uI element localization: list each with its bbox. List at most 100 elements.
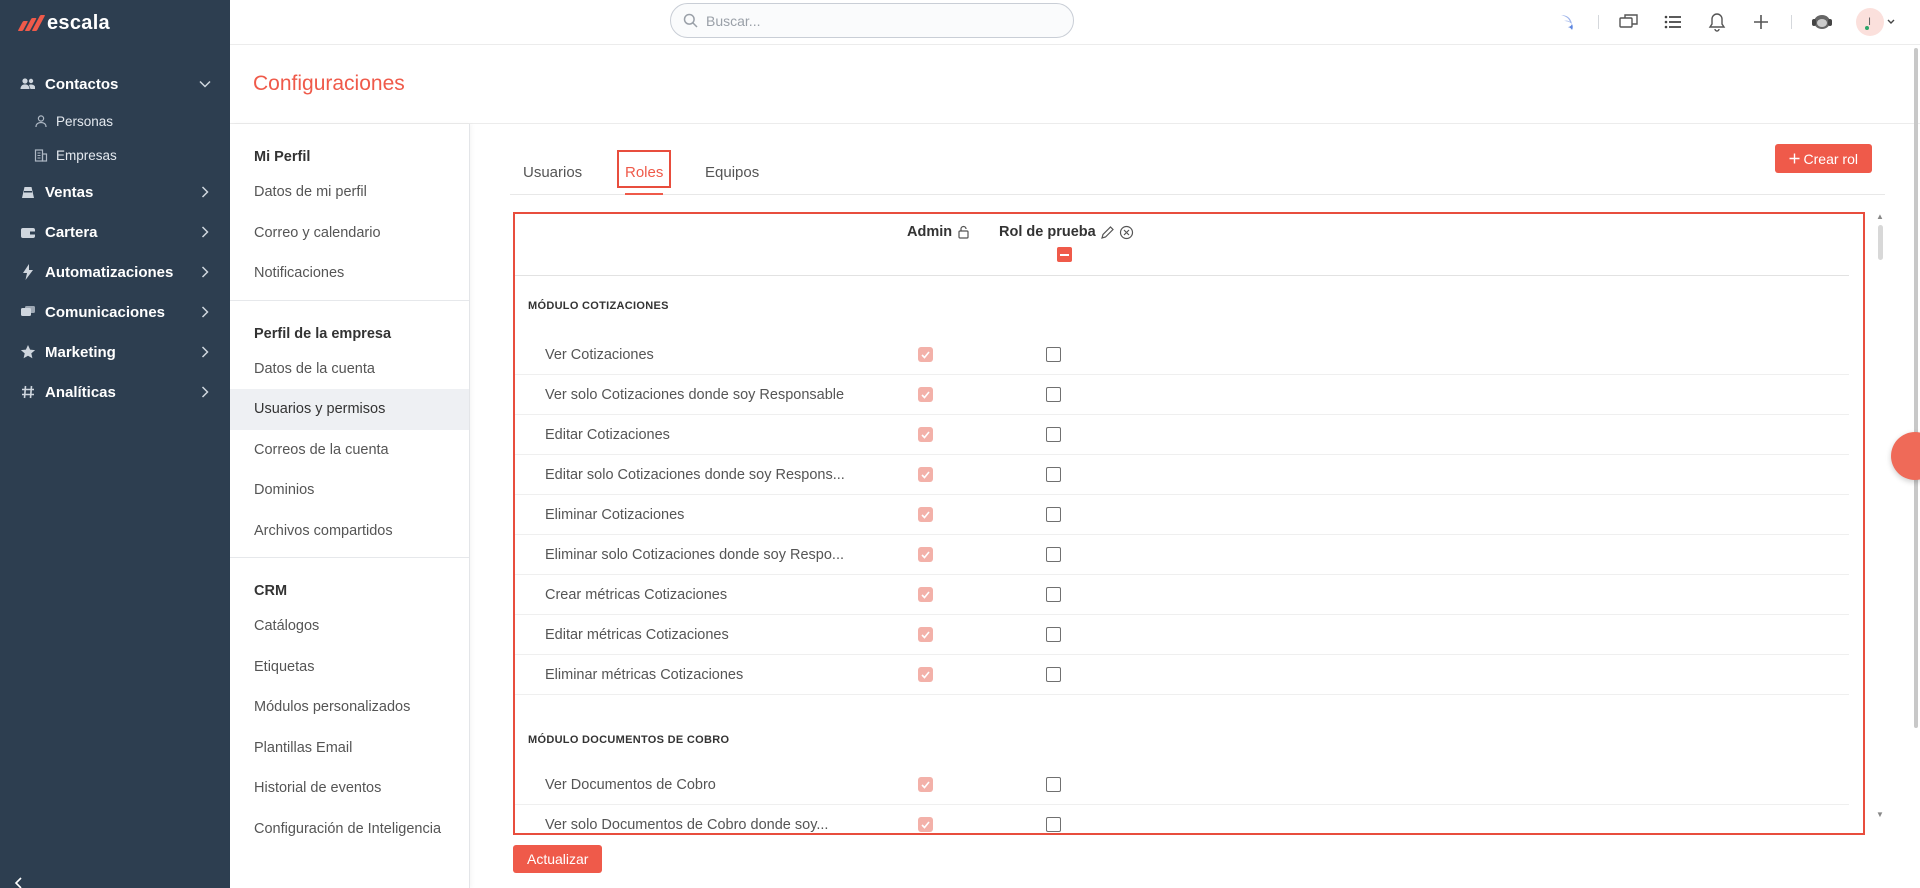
sidebar-item-contactos[interactable]: Contactos (0, 64, 230, 104)
chevron-right-icon (201, 346, 209, 358)
sidebar-item-automatizaciones[interactable]: Automatizaciones (0, 252, 230, 292)
settings-item-correo-calendario[interactable]: Correo y calendario (230, 213, 469, 254)
sidebar-subitem-label: Empresas (56, 147, 117, 163)
role-checkbox[interactable] (1046, 547, 1061, 562)
chevron-right-icon (201, 226, 209, 238)
sidebar-item-comunicaciones[interactable]: Comunicaciones (0, 292, 230, 332)
settings-section-title: CRM (254, 583, 288, 599)
permission-row: Eliminar Cotizaciones (515, 495, 1849, 535)
settings-item-datos-cuenta[interactable]: Datos de la cuenta (230, 349, 469, 390)
admin-checkbox-checked (918, 777, 933, 792)
settings-item-plantillas-email[interactable]: Plantillas Email (230, 728, 469, 769)
admin-checkbox-checked (918, 427, 933, 442)
module-title: MÓDULO COTIZACIONES (528, 300, 669, 312)
permission-label: Editar métricas Cotizaciones (545, 627, 729, 643)
permission-row: Ver Documentos de Cobro (515, 765, 1849, 805)
module-title: MÓDULO DOCUMENTOS DE COBRO (528, 734, 730, 746)
notifications-bell-icon[interactable] (1703, 8, 1731, 36)
sidebar-item-marketing[interactable]: Marketing (0, 332, 230, 372)
collapse-sidebar-icon[interactable] (12, 876, 26, 888)
settings-item-configuracion-inteligencia[interactable]: Configuración de Inteligencia (230, 809, 469, 850)
scroll-up-arrow-icon[interactable]: ▲ (1876, 212, 1884, 221)
create-role-button[interactable]: Crear rol (1774, 144, 1872, 173)
tab-highlight-outline (617, 150, 672, 188)
settings-item-catalogos[interactable]: Catálogos (230, 606, 469, 647)
settings-item-etiquetas[interactable]: Etiquetas (230, 647, 469, 688)
search-box[interactable] (670, 3, 1074, 38)
delete-circle-x-icon[interactable] (1119, 225, 1134, 240)
role-select-all-toggle[interactable] (1057, 247, 1072, 262)
permission-row: Editar Cotizaciones (515, 415, 1849, 455)
sidebar-item-label: Comunicaciones (45, 303, 166, 321)
settings-item-dominios[interactable]: Dominios (230, 470, 469, 511)
tab-roles[interactable]: Roles (617, 150, 672, 195)
permission-row: Ver solo Documentos de Cobro donde soy..… (515, 805, 1849, 833)
tab-equipos[interactable]: Equipos (705, 150, 759, 194)
settings-item-historial-eventos[interactable]: Historial de eventos (230, 768, 469, 809)
sidebar-item-empresas[interactable]: Empresas (0, 138, 230, 172)
sidebar-item-cartera[interactable]: Cartera (0, 212, 230, 252)
search-input[interactable] (706, 12, 1046, 29)
role-checkbox[interactable] (1046, 817, 1061, 832)
lock-icon (958, 225, 969, 239)
permission-label: Ver Cotizaciones (545, 347, 654, 363)
sidebar-item-label: Analíticas (45, 383, 116, 401)
settings-item-usuarios-permisos[interactable]: Usuarios y permisos (230, 389, 469, 430)
star-icon (20, 344, 36, 360)
permission-label: Eliminar métricas Cotizaciones (545, 667, 744, 683)
chevron-down-icon (199, 80, 211, 88)
edit-pencil-icon[interactable] (1100, 225, 1115, 240)
conversations-icon[interactable] (1615, 8, 1643, 36)
page-scrollbar[interactable] (1914, 48, 1918, 728)
chat-widget-button[interactable] (1891, 432, 1920, 480)
permission-label: Crear métricas Cotizaciones (545, 587, 728, 603)
separator (1598, 15, 1599, 29)
permission-label: Editar solo Cotizaciones donde soy Respo… (545, 467, 845, 483)
settings-item-datos-perfil[interactable]: Datos de mi perfil (230, 172, 469, 213)
settings-menu: Mi Perfil Datos de mi perfil Correo y ca… (230, 124, 470, 888)
tab-usuarios[interactable]: Usuarios (523, 150, 582, 194)
role-checkbox[interactable] (1046, 347, 1061, 362)
permission-row: Editar solo Cotizaciones donde soy Respo… (515, 455, 1849, 495)
role-checkbox[interactable] (1046, 627, 1061, 642)
settings-item-correos-cuenta[interactable]: Correos de la cuenta (230, 430, 469, 471)
role-checkbox[interactable] (1046, 467, 1061, 482)
settings-section-mi-perfil: Mi Perfil Datos de mi perfil Correo y ca… (230, 124, 469, 301)
sidebar-nav: Contactos Personas Empresas Ventas Carte… (0, 64, 230, 412)
sidebar-item-analiticas[interactable]: Analíticas (0, 372, 230, 412)
settings-item-archivos-compartidos[interactable]: Archivos compartidos (230, 511, 469, 552)
ai-assistant-icon[interactable] (1554, 8, 1582, 36)
hash-icon (20, 384, 36, 400)
escala-logo[interactable]: escala (17, 8, 110, 38)
role-checkbox[interactable] (1046, 387, 1061, 402)
scroll-down-arrow-icon[interactable]: ▼ (1876, 810, 1884, 819)
role-checkbox[interactable] (1046, 777, 1061, 792)
settings-item-notificaciones[interactable]: Notificaciones (230, 253, 469, 294)
chevron-right-icon (201, 266, 209, 278)
sidebar-item-personas[interactable]: Personas (0, 104, 230, 138)
settings-section-title: Mi Perfil (254, 149, 311, 165)
permission-row: Ver Cotizaciones (515, 335, 1849, 375)
settings-item-modulos-personalizados[interactable]: Módulos personalizados (230, 687, 469, 728)
support-agent-icon[interactable] (1808, 8, 1836, 36)
top-icons: I (1538, 8, 1896, 36)
permission-label: Ver solo Cotizaciones donde soy Responsa… (545, 387, 845, 403)
online-status-dot (1864, 26, 1869, 30)
update-button[interactable]: Actualizar (513, 845, 603, 873)
chevron-down-icon (1887, 19, 1894, 24)
sidebar-item-label: Ventas (45, 183, 94, 201)
role-checkbox[interactable] (1046, 507, 1061, 522)
page-title: Configuraciones (253, 72, 405, 95)
admin-checkbox-checked (918, 507, 933, 522)
user-menu[interactable]: I (1854, 8, 1896, 36)
role-checkbox[interactable] (1046, 427, 1061, 442)
role-checkbox[interactable] (1046, 667, 1061, 682)
column-admin-label: Admin (907, 224, 953, 240)
role-checkbox[interactable] (1046, 587, 1061, 602)
person-icon (34, 114, 48, 128)
sidebar-item-ventas[interactable]: Ventas (0, 172, 230, 212)
table-scrollbar-thumb[interactable] (1878, 225, 1883, 260)
admin-checkbox-checked (918, 547, 933, 562)
add-plus-icon[interactable] (1747, 8, 1775, 36)
tasks-list-icon[interactable] (1659, 8, 1687, 36)
